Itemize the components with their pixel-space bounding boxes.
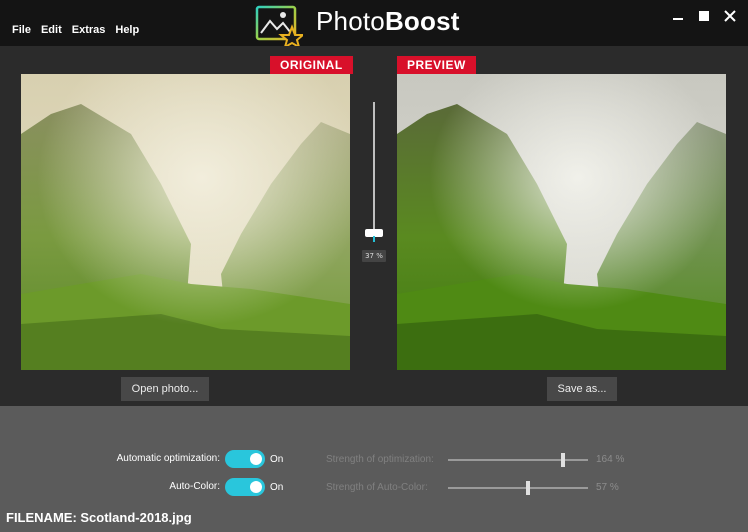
window-controls	[670, 8, 738, 24]
preview-label: PREVIEW	[397, 56, 476, 74]
autocolor-strength-slider[interactable]	[448, 481, 588, 495]
save-as-button[interactable]: Save as...	[547, 377, 617, 401]
brand-light: Photo	[316, 6, 385, 36]
auto-optimization-toggle[interactable]	[225, 450, 265, 468]
open-photo-button[interactable]: Open photo...	[121, 377, 209, 401]
optimization-strength-slider[interactable]	[448, 453, 588, 467]
autocolor-strength-handle[interactable]	[525, 481, 530, 495]
autocolor-strength-value: 57 %	[596, 482, 619, 493]
optimization-strength-value: 164 %	[596, 454, 625, 465]
auto-color-toggle[interactable]	[225, 478, 265, 496]
original-label: ORIGINAL	[270, 56, 353, 74]
menu-bar: File Edit Extras Help	[12, 24, 139, 36]
menu-help[interactable]: Help	[115, 24, 139, 36]
settings-panel: Automatic optimization: On Strength of o…	[0, 406, 748, 532]
preview-photo	[397, 74, 726, 370]
compare-slider-handle[interactable]	[365, 229, 383, 242]
main-area: ORIGINAL PREVIEW 37 % Open photo... Save…	[0, 46, 748, 406]
menu-extras[interactable]: Extras	[72, 24, 106, 36]
maximize-icon[interactable]	[696, 8, 712, 24]
optimization-strength-handle[interactable]	[560, 453, 565, 467]
auto-optimization-label: Automatic optimization:	[116, 453, 220, 464]
menu-edit[interactable]: Edit	[41, 24, 62, 36]
menu-file[interactable]: File	[12, 24, 31, 36]
auto-color-label: Auto-Color:	[169, 481, 220, 492]
option-row-autocolor: Auto-Color: On Strength of Auto-Color: 5…	[0, 478, 748, 498]
optimization-strength-label: Strength of optimization:	[326, 454, 434, 465]
close-icon[interactable]	[722, 8, 738, 24]
option-row-optimization: Automatic optimization: On Strength of o…	[0, 450, 748, 470]
auto-color-state: On	[270, 482, 284, 493]
minimize-icon[interactable]	[670, 8, 686, 24]
compare-slider-value: 37 %	[362, 250, 386, 262]
app-title: PhotoBoost	[316, 6, 460, 37]
app-logo-icon	[255, 5, 303, 47]
original-photo	[21, 74, 350, 370]
autocolor-strength-label: Strength of Auto-Color:	[326, 482, 428, 493]
title-bar: File Edit Extras Help PhotoBoost	[0, 0, 748, 47]
compare-slider-track[interactable]	[373, 102, 375, 236]
filename-label: FILENAME: Scotland-2018.jpg	[6, 510, 192, 525]
brand-bold: Boost	[384, 6, 460, 36]
auto-optimization-state: On	[270, 454, 284, 465]
